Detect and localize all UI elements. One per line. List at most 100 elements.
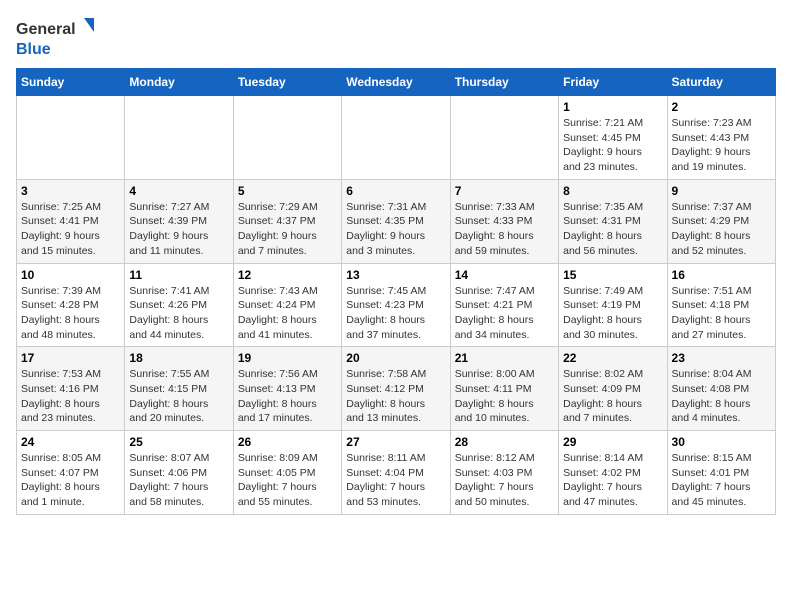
weekday-header-row: SundayMondayTuesdayWednesdayThursdayFrid… [17,69,776,96]
calendar-cell: 23 Sunrise: 8:04 AM Sunset: 4:08 PM Dayli… [667,347,775,431]
day-number: 14 [455,268,554,282]
day-info: Sunrise: 7:27 AM Sunset: 4:39 PM Dayligh… [129,200,228,259]
day-number: 4 [129,184,228,198]
day-info: Sunrise: 7:23 AM Sunset: 4:43 PM Dayligh… [672,116,771,175]
day-info: Sunrise: 7:58 AM Sunset: 4:12 PM Dayligh… [346,367,445,426]
calendar-cell: 1Sunrise: 7:21 AM Sunset: 4:45 PM Daylig… [559,96,667,180]
calendar-cell: 12 Sunrise: 7:43 AM Sunset: 4:24 PM Dayli… [233,263,341,347]
day-info: Sunrise: 7:33 AM Sunset: 4:33 PM Dayligh… [455,200,554,259]
day-info: Sunrise: 7:53 AM Sunset: 4:16 PM Dayligh… [21,367,120,426]
calendar-week-row: 24 Sunrise: 8:05 AM Sunset: 4:07 PM Dayli… [17,431,776,515]
day-number: 20 [346,351,445,365]
calendar-cell: 17 Sunrise: 7:53 AM Sunset: 4:16 PM Dayli… [17,347,125,431]
calendar-cell: 24 Sunrise: 8:05 AM Sunset: 4:07 PM Dayli… [17,431,125,515]
weekday-header-cell: Saturday [667,69,775,96]
day-number: 12 [238,268,337,282]
day-info: Sunrise: 7:21 AM Sunset: 4:45 PM Dayligh… [563,116,662,175]
day-number: 5 [238,184,337,198]
day-number: 17 [21,351,120,365]
day-info: Sunrise: 8:09 AM Sunset: 4:05 PM Dayligh… [238,451,337,510]
day-info: Sunrise: 8:07 AM Sunset: 4:06 PM Dayligh… [129,451,228,510]
weekday-header-cell: Friday [559,69,667,96]
day-number: 23 [672,351,771,365]
weekday-header-cell: Tuesday [233,69,341,96]
day-info: Sunrise: 7:45 AM Sunset: 4:23 PM Dayligh… [346,284,445,343]
day-number: 15 [563,268,662,282]
calendar-cell: 10 Sunrise: 7:39 AM Sunset: 4:28 PM Dayli… [17,263,125,347]
day-number: 11 [129,268,228,282]
calendar-cell: 3Sunrise: 7:25 AM Sunset: 4:41 PM Daylig… [17,179,125,263]
day-info: Sunrise: 8:05 AM Sunset: 4:07 PM Dayligh… [21,451,120,510]
day-number: 18 [129,351,228,365]
day-info: Sunrise: 7:43 AM Sunset: 4:24 PM Dayligh… [238,284,337,343]
day-number: 29 [563,435,662,449]
day-number: 13 [346,268,445,282]
calendar-week-row: 3Sunrise: 7:25 AM Sunset: 4:41 PM Daylig… [17,179,776,263]
calendar-cell: 26 Sunrise: 8:09 AM Sunset: 4:05 PM Dayli… [233,431,341,515]
calendar-cell: 5 Sunrise: 7:29 AM Sunset: 4:37 PM Daylig… [233,179,341,263]
day-number: 25 [129,435,228,449]
day-info: Sunrise: 7:39 AM Sunset: 4:28 PM Dayligh… [21,284,120,343]
day-info: Sunrise: 8:14 AM Sunset: 4:02 PM Dayligh… [563,451,662,510]
day-number: 9 [672,184,771,198]
day-info: Sunrise: 7:35 AM Sunset: 4:31 PM Dayligh… [563,200,662,259]
weekday-header-cell: Sunday [17,69,125,96]
day-info: Sunrise: 7:29 AM Sunset: 4:37 PM Dayligh… [238,200,337,259]
day-number: 21 [455,351,554,365]
day-number: 22 [563,351,662,365]
day-info: Sunrise: 7:31 AM Sunset: 4:35 PM Dayligh… [346,200,445,259]
day-number: 8 [563,184,662,198]
day-info: Sunrise: 7:51 AM Sunset: 4:18 PM Dayligh… [672,284,771,343]
weekday-header-cell: Wednesday [342,69,450,96]
calendar-week-row: 17 Sunrise: 7:53 AM Sunset: 4:16 PM Dayli… [17,347,776,431]
day-info: Sunrise: 7:37 AM Sunset: 4:29 PM Dayligh… [672,200,771,259]
calendar-body: 1Sunrise: 7:21 AM Sunset: 4:45 PM Daylig… [17,96,776,515]
day-info: Sunrise: 8:02 AM Sunset: 4:09 PM Dayligh… [563,367,662,426]
calendar-cell: 14 Sunrise: 7:47 AM Sunset: 4:21 PM Dayli… [450,263,558,347]
day-number: 27 [346,435,445,449]
calendar-cell [17,96,125,180]
day-number: 19 [238,351,337,365]
day-info: Sunrise: 7:56 AM Sunset: 4:13 PM Dayligh… [238,367,337,426]
calendar-cell: 8 Sunrise: 7:35 AM Sunset: 4:31 PM Daylig… [559,179,667,263]
logo: General Blue [16,16,96,60]
day-info: Sunrise: 8:00 AM Sunset: 4:11 PM Dayligh… [455,367,554,426]
calendar-cell: 21 Sunrise: 8:00 AM Sunset: 4:11 PM Dayli… [450,347,558,431]
day-info: Sunrise: 8:04 AM Sunset: 4:08 PM Dayligh… [672,367,771,426]
day-number: 7 [455,184,554,198]
calendar-cell: 28Sunrise: 8:12 AM Sunset: 4:03 PM Dayli… [450,431,558,515]
day-number: 30 [672,435,771,449]
day-number: 24 [21,435,120,449]
calendar-week-row: 1Sunrise: 7:21 AM Sunset: 4:45 PM Daylig… [17,96,776,180]
calendar-cell: 16 Sunrise: 7:51 AM Sunset: 4:18 PM Dayli… [667,263,775,347]
svg-text:Blue: Blue [16,41,51,58]
day-number: 26 [238,435,337,449]
calendar-cell: 27 Sunrise: 8:11 AM Sunset: 4:04 PM Dayli… [342,431,450,515]
calendar-cell: 20 Sunrise: 7:58 AM Sunset: 4:12 PM Dayli… [342,347,450,431]
day-info: Sunrise: 7:41 AM Sunset: 4:26 PM Dayligh… [129,284,228,343]
calendar-cell [233,96,341,180]
calendar-cell [450,96,558,180]
day-info: Sunrise: 7:49 AM Sunset: 4:19 PM Dayligh… [563,284,662,343]
calendar-cell: 11 Sunrise: 7:41 AM Sunset: 4:26 PM Dayli… [125,263,233,347]
calendar-cell: 22 Sunrise: 8:02 AM Sunset: 4:09 PM Dayli… [559,347,667,431]
calendar-cell: 13 Sunrise: 7:45 AM Sunset: 4:23 PM Dayli… [342,263,450,347]
day-number: 10 [21,268,120,282]
day-info: Sunrise: 7:25 AM Sunset: 4:41 PM Dayligh… [21,200,120,259]
calendar-cell: 2Sunrise: 7:23 AM Sunset: 4:43 PM Daylig… [667,96,775,180]
day-info: Sunrise: 8:15 AM Sunset: 4:01 PM Dayligh… [672,451,771,510]
weekday-header-cell: Thursday [450,69,558,96]
day-info: Sunrise: 7:47 AM Sunset: 4:21 PM Dayligh… [455,284,554,343]
calendar-cell: 18Sunrise: 7:55 AM Sunset: 4:15 PM Dayli… [125,347,233,431]
day-number: 16 [672,268,771,282]
calendar-cell [125,96,233,180]
calendar-cell: 7 Sunrise: 7:33 AM Sunset: 4:33 PM Daylig… [450,179,558,263]
calendar-cell: 9 Sunrise: 7:37 AM Sunset: 4:29 PM Daylig… [667,179,775,263]
svg-text:General: General [16,21,76,38]
day-info: Sunrise: 8:12 AM Sunset: 4:03 PM Dayligh… [455,451,554,510]
calendar-cell: 15 Sunrise: 7:49 AM Sunset: 4:19 PM Dayli… [559,263,667,347]
calendar-cell: 29 Sunrise: 8:14 AM Sunset: 4:02 PM Dayli… [559,431,667,515]
day-info: Sunrise: 8:11 AM Sunset: 4:04 PM Dayligh… [346,451,445,510]
day-number: 6 [346,184,445,198]
calendar-cell: 6 Sunrise: 7:31 AM Sunset: 4:35 PM Daylig… [342,179,450,263]
